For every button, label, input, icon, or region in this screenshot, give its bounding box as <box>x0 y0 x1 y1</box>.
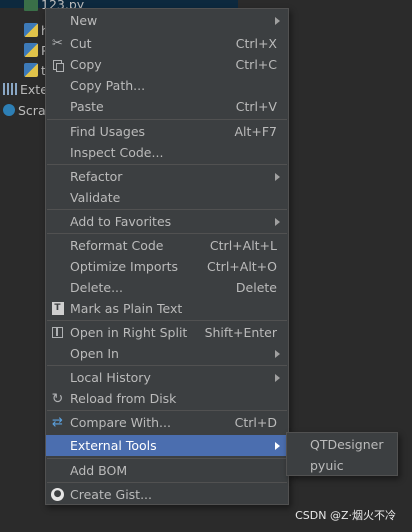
menu-separator <box>47 233 287 234</box>
folder-icon <box>24 0 38 11</box>
reload-icon: ↻ <box>51 390 64 407</box>
menu-item-optimize-imports[interactable]: Optimize Imports Ctrl+Alt+O <box>46 256 288 277</box>
menu-separator <box>47 209 287 210</box>
menu-separator <box>47 119 287 120</box>
scratches-icon <box>3 104 15 116</box>
menu-item-add-to-favorites[interactable]: Add to Favorites <box>46 211 288 232</box>
paste-icon <box>50 99 65 114</box>
tree-row[interactable]: Exte <box>3 79 48 99</box>
menu-item-validate[interactable]: Validate <box>46 187 288 208</box>
menu-item-copy-path[interactable]: Copy Path... <box>46 75 288 96</box>
python-file-icon <box>24 63 38 77</box>
menu-item-cut[interactable]: ✂ Cut Ctrl+X <box>46 33 288 54</box>
copy-icon <box>50 57 65 72</box>
external-tools-submenu: QTDesigner pyuic <box>286 432 398 476</box>
external-libraries-icon <box>3 83 17 95</box>
submenu-arrow-icon <box>275 442 280 450</box>
menu-item-open-in[interactable]: Open In <box>46 343 288 364</box>
menu-item-refactor[interactable]: Refactor <box>46 166 288 187</box>
python-file-icon <box>24 43 38 57</box>
tree-row[interactable]: t <box>24 60 46 80</box>
python-file-icon <box>24 23 38 37</box>
scissors-icon: ✂ <box>52 36 63 51</box>
menu-item-copy[interactable]: Copy Ctrl+C <box>46 54 288 75</box>
submenu-item-pyuic[interactable]: pyuic <box>287 455 397 476</box>
menu-separator <box>47 320 287 321</box>
menu-separator <box>47 164 287 165</box>
submenu-arrow-icon <box>275 350 280 358</box>
menu-item-reformat-code[interactable]: Reformat Code Ctrl+Alt+L <box>46 235 288 256</box>
submenu-arrow-icon <box>275 374 280 382</box>
watermark: CSDN @Z·烟火不冷 <box>295 509 396 522</box>
github-icon: ● <box>50 487 65 502</box>
menu-item-find-usages[interactable]: Find Usages Alt+F7 <box>46 121 288 142</box>
menu-item-add-bom[interactable]: Add BOM <box>46 460 288 481</box>
plain-text-icon: T <box>50 301 65 316</box>
menu-item-local-history[interactable]: Local History <box>46 367 288 388</box>
tree-row[interactable]: Scra <box>3 100 46 120</box>
menu-item-reload-from-disk[interactable]: ↻ Reload from Disk <box>46 388 288 409</box>
submenu-arrow-icon <box>275 17 280 25</box>
menu-separator <box>47 410 287 411</box>
split-icon <box>50 325 65 340</box>
compare-icon: ⇄ <box>52 415 63 430</box>
menu-separator <box>47 458 287 459</box>
menu-item-create-gist[interactable]: ● Create Gist... <box>46 484 288 505</box>
menu-item-external-tools[interactable]: External Tools <box>46 435 288 456</box>
menu-separator <box>47 482 287 483</box>
submenu-arrow-icon <box>275 218 280 226</box>
menu-item-open-in-right-split[interactable]: Open in Right Split Shift+Enter <box>46 322 288 343</box>
context-menu: New ✂ Cut Ctrl+X Copy Ctrl+C Copy Path..… <box>45 8 289 505</box>
submenu-item-qtdesigner[interactable]: QTDesigner <box>287 434 397 455</box>
menu-item-paste[interactable]: Paste Ctrl+V <box>46 96 288 117</box>
menu-item-new[interactable]: New <box>46 10 288 31</box>
menu-separator <box>47 365 287 366</box>
menu-item-inspect-code[interactable]: Inspect Code... <box>46 142 288 163</box>
menu-item-mark-as-plain-text[interactable]: T Mark as Plain Text <box>46 298 288 319</box>
submenu-arrow-icon <box>275 173 280 181</box>
menu-item-delete[interactable]: Delete... Delete <box>46 277 288 298</box>
menu-item-compare-with[interactable]: ⇄ Compare With... Ctrl+D <box>46 412 288 433</box>
